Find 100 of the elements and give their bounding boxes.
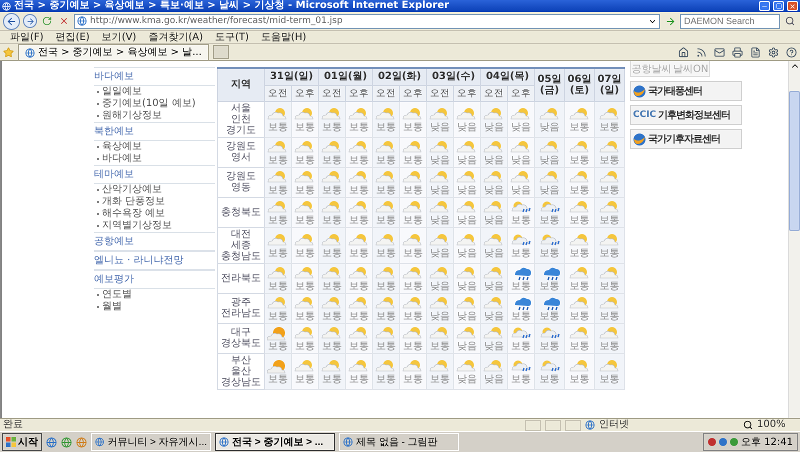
sun-cloud-rain-icon: [538, 326, 560, 340]
forecast-text: 보통: [321, 184, 343, 196]
sidebar-item[interactable]: 지역별기상정보: [102, 220, 172, 232]
forecast-text: 보통: [294, 214, 316, 226]
taskbar-button[interactable]: 전국 > 중기예보 > ...: [215, 433, 335, 451]
sun-cloud-rain-icon: [510, 358, 532, 374]
menu-item[interactable]: 즐겨찾기(A): [148, 31, 203, 43]
swoosh-logo-icon: [633, 84, 646, 98]
forecast-text: 보통: [598, 280, 620, 292]
partly-cloudy-icon: [456, 326, 478, 340]
sidebar-section-title[interactable]: 바다예보: [94, 67, 215, 86]
partly-cloudy-icon: [483, 200, 505, 214]
table-header: 07일 (일): [594, 68, 624, 101]
forecast-text: 보통: [538, 340, 560, 352]
mail-icon[interactable]: [714, 46, 725, 58]
sidebar-item[interactable]: 원해기상정보: [102, 110, 162, 122]
region-cell: 대전 세종 충청남도: [218, 227, 264, 263]
back-button[interactable]: [3, 12, 20, 30]
sidebar-section-title[interactable]: 공항예보: [94, 232, 215, 251]
partly-cloudy-icon: [568, 358, 590, 374]
sidebar-item[interactable]: 육상예보: [102, 141, 142, 153]
page-menu-icon[interactable]: [750, 46, 761, 58]
partly-cloudy-icon: [483, 106, 505, 122]
search-button[interactable]: [783, 14, 797, 28]
sidebar-item[interactable]: 일일예보: [102, 86, 142, 98]
forecast-text: 보통: [267, 280, 289, 292]
partly-cloudy-icon: [568, 266, 590, 280]
print-icon[interactable]: [732, 46, 743, 58]
search-icon: [785, 16, 795, 26]
sidebar-item[interactable]: 월별: [102, 301, 122, 313]
forecast-text: 보통: [568, 280, 590, 292]
help-icon[interactable]: [786, 46, 797, 58]
zoom-level[interactable]: 100%: [757, 419, 797, 431]
sidebar-section-title[interactable]: 테마예보: [94, 165, 215, 184]
partly-cloudy-icon: [267, 170, 289, 184]
partly-cloudy-icon: [598, 170, 620, 184]
partly-cloudy-icon: [510, 140, 532, 154]
quick-launch-icon[interactable]: [61, 436, 72, 448]
banner-link[interactable]: 국가태풍센터: [630, 81, 742, 101]
sidebar-section-title[interactable]: 엘니뇨 · 라니냐전망: [94, 251, 215, 270]
forecast-text: 보통: [402, 154, 424, 166]
menu-item[interactable]: 편집(E): [56, 31, 90, 43]
maximize-button[interactable]: [773, 1, 784, 11]
menu-item[interactable]: 보기(V): [102, 31, 136, 43]
favorites-star-icon[interactable]: [3, 46, 14, 58]
forecast-text: 낮음: [456, 374, 478, 384]
table-header: 05일 (금): [534, 68, 564, 101]
partly-cloudy-icon: [294, 358, 316, 374]
close-button[interactable]: [787, 1, 798, 11]
address-field[interactable]: http://www.kma.go.kr/weather/forecast/mid-term_01.jsp: [74, 14, 660, 28]
feed-icon[interactable]: [696, 46, 707, 58]
search-field[interactable]: DAEMON Search: [680, 14, 780, 28]
start-button[interactable]: 시작: [2, 433, 42, 451]
sidebar-section-title[interactable]: 북한예보: [94, 122, 215, 141]
sidebar-item[interactable]: 바다예보: [102, 153, 142, 165]
sidebar-item[interactable]: 산악기상예보: [102, 184, 162, 196]
sidebar-item[interactable]: 연도별: [102, 289, 132, 301]
home-icon[interactable]: [678, 46, 689, 58]
settings-icon[interactable]: [768, 46, 779, 58]
sidebar-section-title[interactable]: 예보평가: [94, 270, 215, 289]
table-header: 02일(화): [372, 68, 426, 85]
menu-item[interactable]: 파일(F): [10, 31, 44, 43]
partly-cloudy-icon: [375, 296, 397, 310]
sun-cloud-rain-icon: [510, 326, 532, 340]
forecast-text: 보통: [568, 184, 590, 196]
partly-cloudy-icon: [402, 296, 424, 310]
forecast-text: 보통: [510, 248, 532, 258]
quick-launch-icon[interactable]: [46, 436, 57, 448]
partly-cloudy-icon: [267, 296, 289, 310]
sidebar-item[interactable]: 개화 단풍정보: [102, 196, 166, 208]
menu-item[interactable]: 도움말(H): [260, 31, 306, 43]
scroll-thumb[interactable]: [789, 91, 800, 231]
forecast-text: 낮음: [429, 214, 451, 226]
partly-cloudy-icon: [402, 232, 424, 248]
table-header: 오후: [346, 85, 372, 101]
partly-cloudy-icon: [456, 200, 478, 214]
forecast-text: 보통: [598, 310, 620, 322]
partly-cloudy-icon: [598, 106, 620, 122]
app-icon: [343, 437, 353, 447]
banner-link[interactable]: 국가기후자료센터: [630, 129, 742, 149]
sidebar-item[interactable]: 해수욕장 예보: [102, 208, 166, 220]
scrollbar[interactable]: [788, 61, 800, 418]
browser-tab[interactable]: 전국 > 중기예보 > 육상예보 > 날...: [18, 44, 209, 60]
menu-item[interactable]: 도구(T): [215, 31, 249, 43]
partly-cloudy-icon: [321, 358, 343, 374]
partly-cloudy-icon: [321, 106, 343, 122]
forecast-text: 보통: [598, 248, 620, 258]
forecast-text: 보통: [321, 280, 343, 292]
minimize-button[interactable]: [759, 1, 770, 11]
refresh-button[interactable]: [40, 14, 54, 28]
forecast-text: 보통: [375, 310, 397, 322]
forecast-text: 보통: [538, 374, 560, 384]
sidebar-item[interactable]: 중기예보(10일 예보): [102, 98, 196, 110]
banner-link[interactable]: CCIC 기후변화정보센터: [630, 105, 742, 125]
taskbar-button[interactable]: 커뮤니티 > 자유게시...: [91, 433, 211, 451]
page-icon: [77, 16, 87, 26]
forward-button[interactable]: [23, 14, 37, 28]
partly-cloudy-icon: [294, 140, 316, 154]
partly-cloudy-icon: [294, 106, 316, 122]
taskbar-button[interactable]: 제목 없음 - 그림판: [339, 433, 459, 451]
